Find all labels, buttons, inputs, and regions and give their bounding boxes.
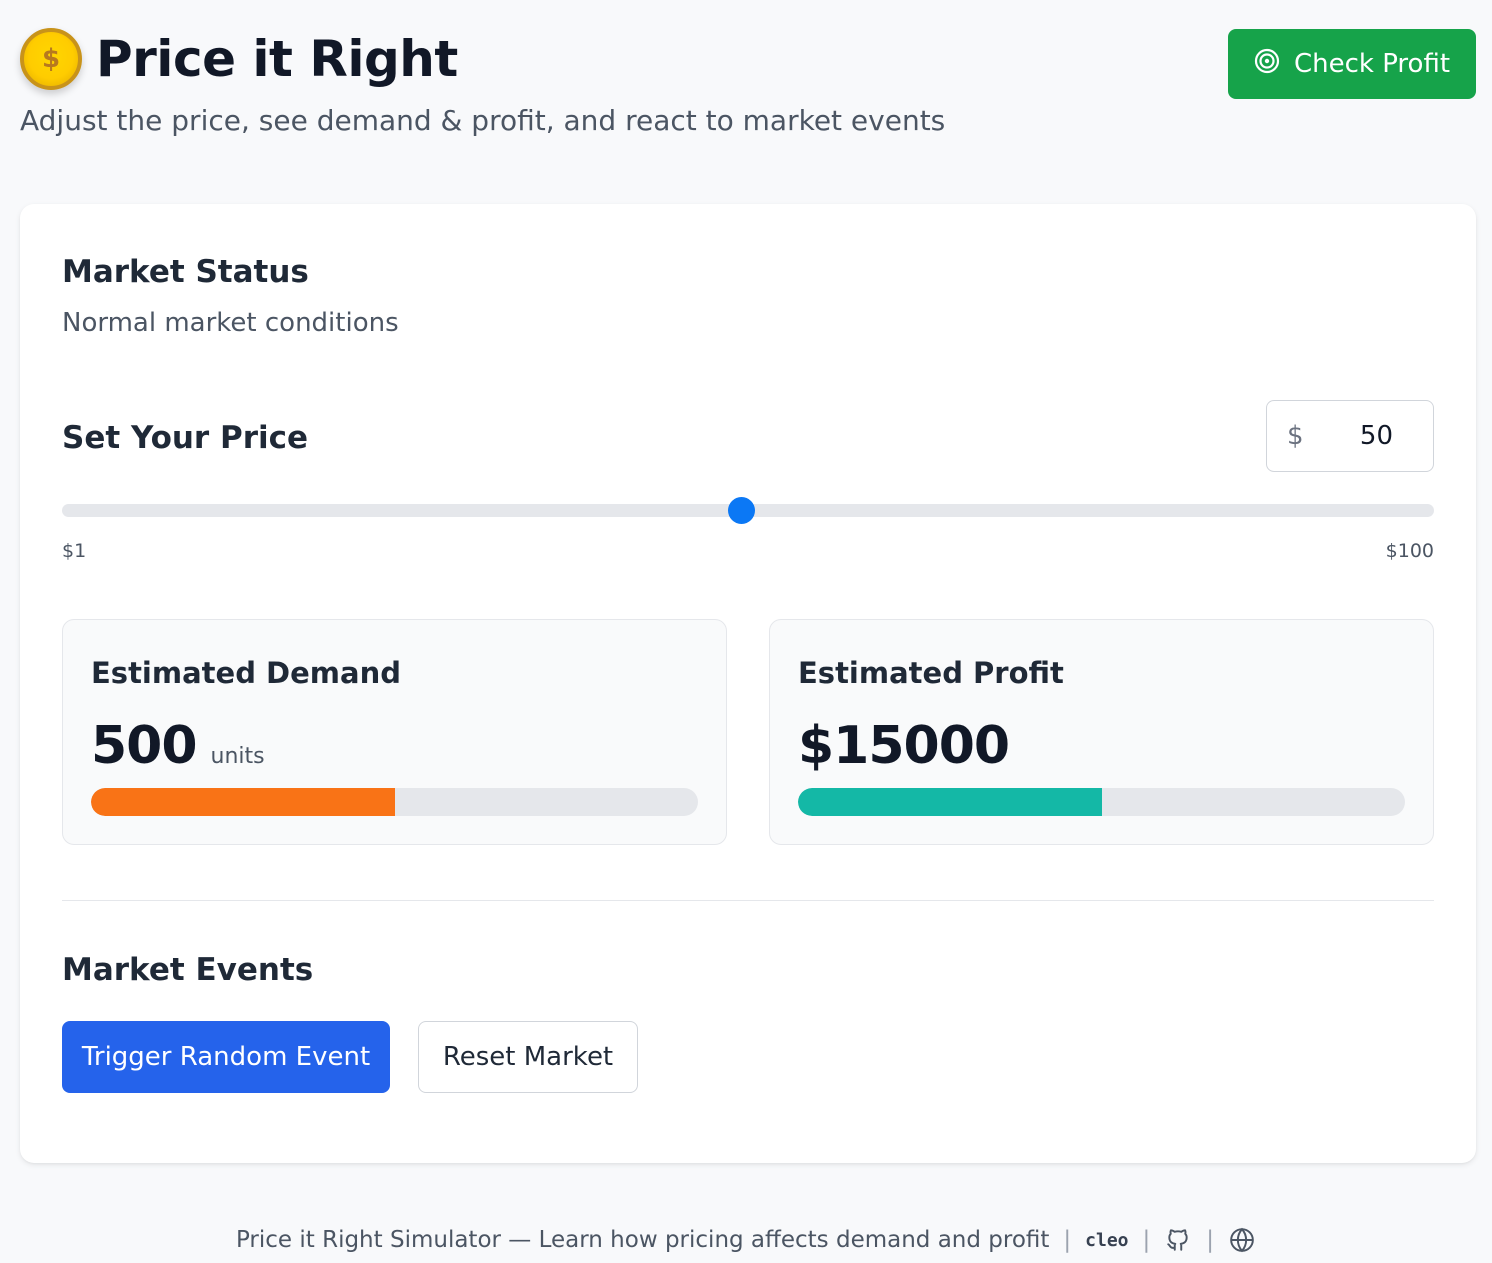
globe-icon[interactable] [1228, 1226, 1256, 1254]
market-status-section: Market Status Normal market conditions [62, 254, 399, 338]
profit-progress-bar [798, 788, 1405, 816]
price-slider[interactable] [62, 497, 1434, 524]
footer-separator: | [1063, 1227, 1072, 1253]
market-status-text: Normal market conditions [62, 308, 399, 338]
github-icon[interactable] [1164, 1226, 1192, 1254]
section-divider [62, 900, 1434, 901]
estimated-demand-card: Estimated Demand 500 units [62, 619, 727, 845]
footer-brand[interactable]: cleo [1085, 1230, 1128, 1251]
market-events-heading: Market Events [62, 952, 314, 988]
page-footer: Price it Right Simulator — Learn how pri… [0, 1222, 1492, 1258]
set-price-heading: Set Your Price [62, 420, 309, 456]
slider-max-label: $100 [1385, 540, 1434, 562]
estimated-profit-card: Estimated Profit $15000 [769, 619, 1434, 845]
currency-prefix: $ [1287, 421, 1304, 451]
footer-separator: | [1142, 1227, 1151, 1253]
footer-text: Price it Right Simulator — Learn how pri… [235, 1227, 1050, 1253]
demand-title: Estimated Demand [91, 656, 401, 690]
check-profit-button[interactable]: Check Profit [1228, 29, 1476, 99]
demand-progress-bar [91, 788, 698, 816]
profit-value: $15000 [798, 716, 1010, 776]
trigger-random-event-button[interactable]: Trigger Random Event [62, 1021, 390, 1093]
coin-icon: $ [20, 28, 82, 90]
demand-progress-fill [91, 788, 395, 816]
page-title: Price it Right [96, 30, 458, 88]
profit-progress-fill [798, 788, 1102, 816]
profit-title: Estimated Profit [798, 656, 1064, 690]
footer-separator: | [1206, 1227, 1215, 1253]
demand-value-row: 500 units [91, 716, 265, 776]
page-header: $ Price it Right Adjust the price, see d… [20, 28, 1476, 148]
app-root: $ Price it Right Adjust the price, see d… [0, 0, 1492, 1263]
price-slider-thumb[interactable] [728, 497, 756, 524]
profit-value-row: $15000 [798, 716, 1010, 776]
demand-unit: units [210, 744, 265, 769]
target-icon [1254, 48, 1280, 81]
check-profit-label: Check Profit [1293, 49, 1451, 79]
page-subtitle: Adjust the price, see demand & profit, a… [20, 104, 946, 137]
simulator-card: Market Status Normal market conditions S… [20, 204, 1476, 1163]
demand-value: 500 [91, 716, 198, 776]
price-input[interactable] [1303, 421, 1413, 451]
slider-min-label: $1 [62, 540, 87, 562]
reset-market-button[interactable]: Reset Market [418, 1021, 638, 1093]
market-status-heading: Market Status [62, 254, 309, 290]
price-input-box[interactable]: $ [1266, 400, 1434, 472]
